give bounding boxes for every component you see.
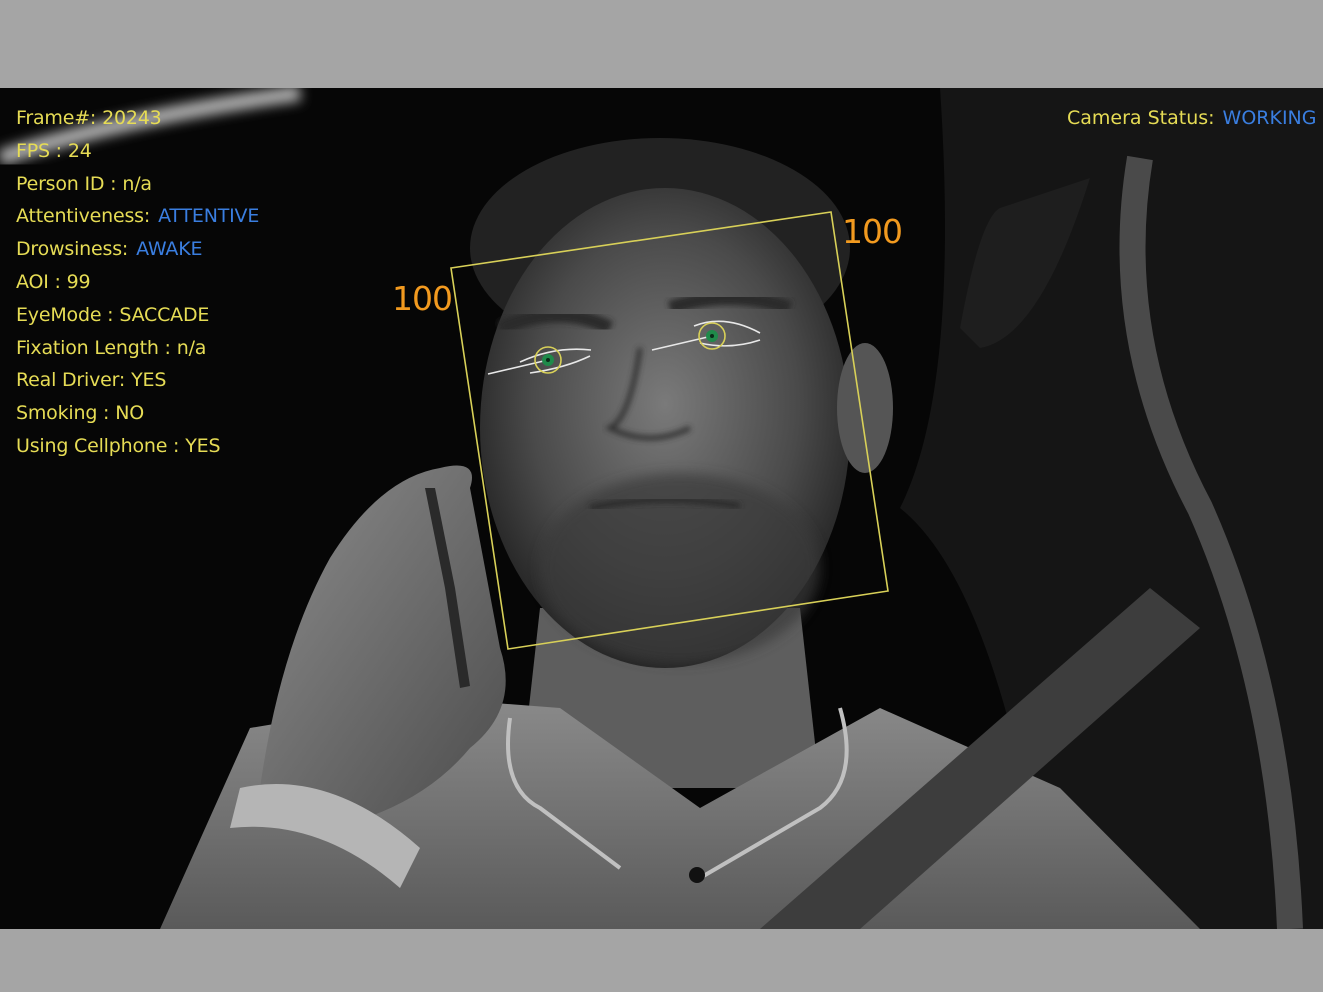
face-confidence-score-left: 100 xyxy=(392,279,453,318)
status-label: Frame#: xyxy=(16,107,97,129)
status-line: Person ID : n/a xyxy=(16,169,259,202)
status-label: Using Cellphone : xyxy=(16,434,180,457)
camera-status-value: WORKING xyxy=(1222,107,1317,129)
status-label: Real Driver: xyxy=(16,369,126,392)
status-line: Using Cellphone : YES xyxy=(16,431,259,464)
status-line: Attentiveness: ATTENTIVE xyxy=(16,201,259,234)
status-value: NO xyxy=(115,402,144,425)
camera-status: Camera Status: WORKING xyxy=(1067,103,1317,133)
status-value: YES xyxy=(185,434,221,457)
status-value: n/a xyxy=(122,172,152,195)
status-value: 20243 xyxy=(102,107,162,129)
status-value: ATTENTIVE xyxy=(158,205,260,228)
status-value: n/a xyxy=(176,336,207,359)
camera-status-label: Camera Status: xyxy=(1067,107,1215,129)
status-line: Smoking : NO xyxy=(16,398,259,431)
status-label: AOI : xyxy=(16,270,61,293)
status-line: EyeMode : SACCADE xyxy=(16,300,259,333)
status-label: Drowsiness: xyxy=(16,238,129,261)
status-label: EyeMode : xyxy=(16,303,114,326)
face-confidence-score-right: 100 xyxy=(842,212,903,251)
status-value: 24 xyxy=(67,139,92,162)
status-value: 99 xyxy=(66,270,91,293)
status-label: Person ID : xyxy=(16,172,117,195)
status-label: Attentiveness: xyxy=(16,205,151,228)
status-label: Smoking : xyxy=(16,402,110,425)
status-line: Frame#: 20243 xyxy=(16,103,259,136)
status-line: Real Driver: YES xyxy=(16,365,259,398)
status-label: FPS : xyxy=(16,139,62,162)
status-line: AOI :99 xyxy=(16,267,259,300)
status-value: YES xyxy=(131,369,167,392)
status-line: Drowsiness: AWAKE xyxy=(16,234,259,267)
camera-feed: 100 100 Frame#: 20243 FPS :24 Person ID : n/… xyxy=(0,88,1323,929)
status-value: AWAKE xyxy=(136,238,203,261)
status-value: SACCADE xyxy=(119,303,210,326)
driver-status-panel: Frame#: 20243 FPS :24 Person ID : n/a Attenti… xyxy=(16,103,259,464)
status-label: Fixation Length : xyxy=(16,336,171,359)
status-line: Fixation Length : n/a xyxy=(16,333,259,366)
status-line: FPS :24 xyxy=(16,136,259,169)
